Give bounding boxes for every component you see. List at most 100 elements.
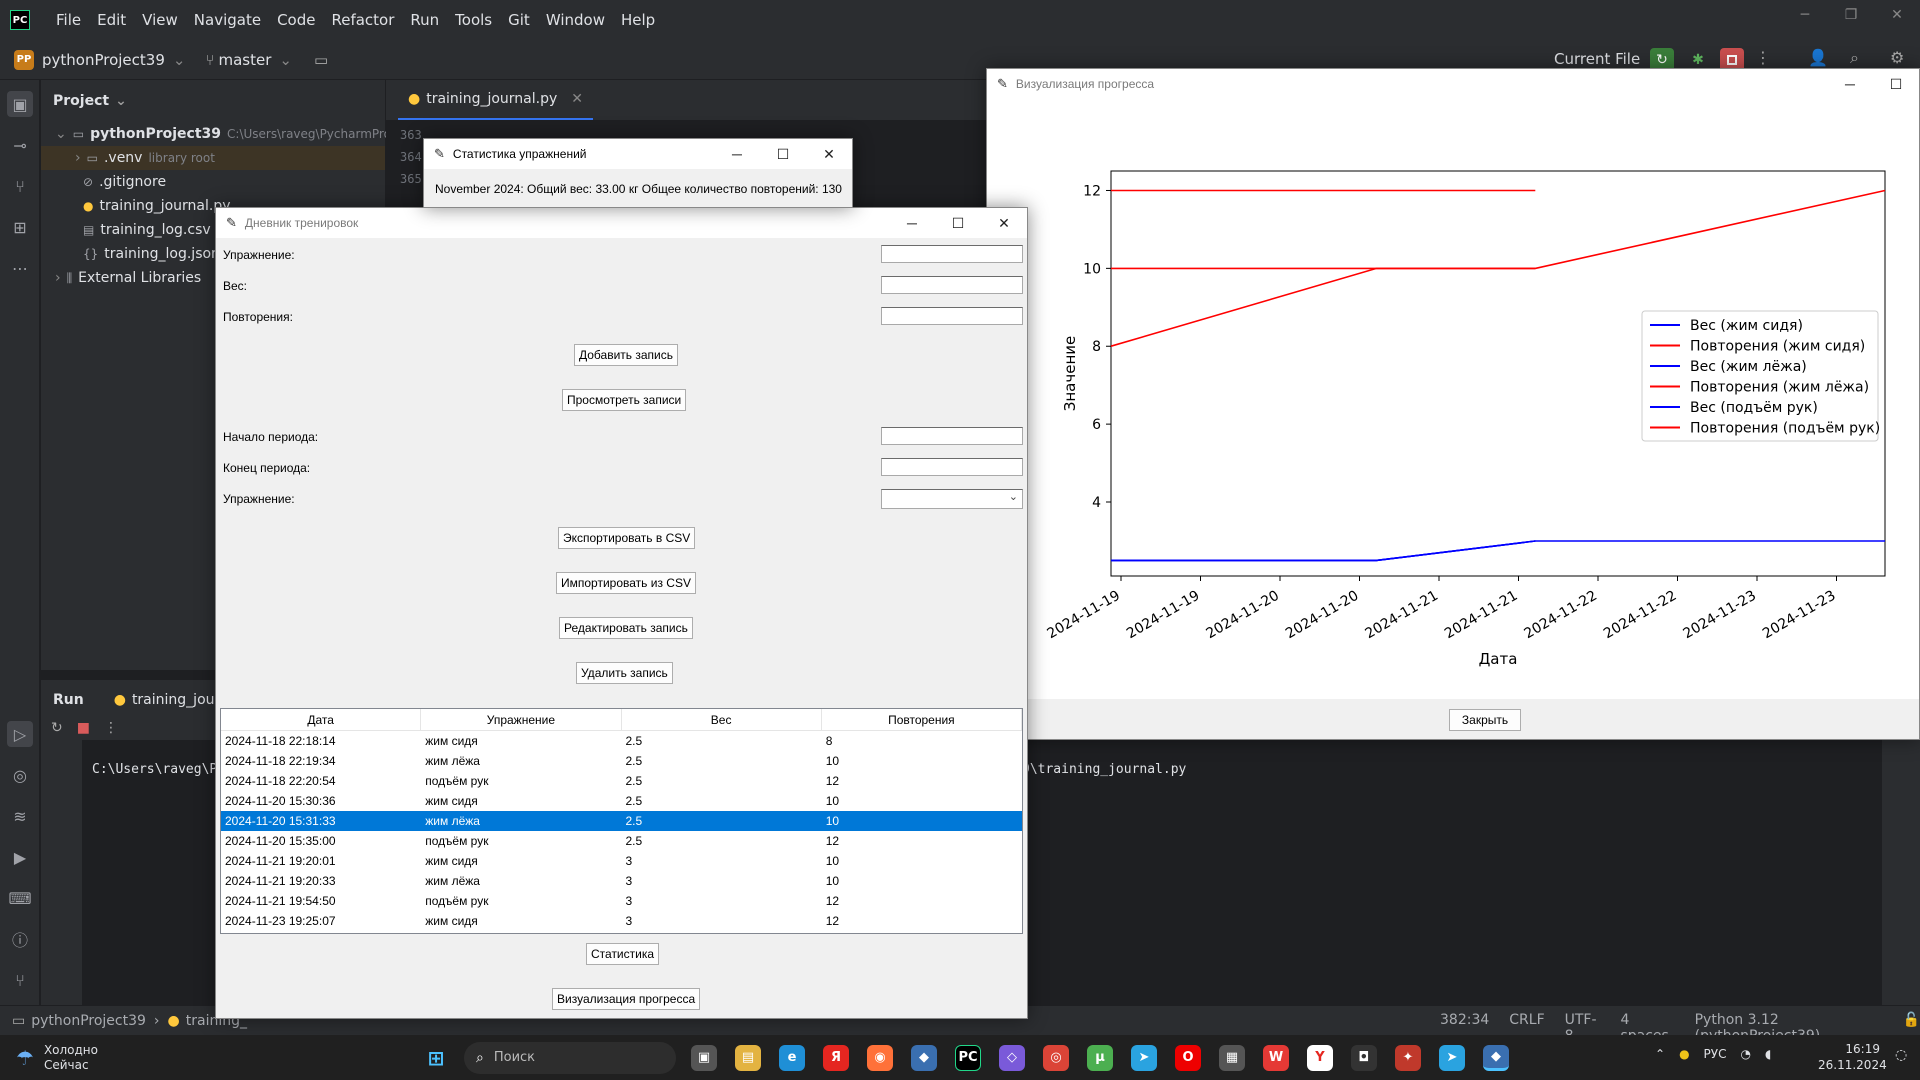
period-start-input[interactable] (881, 427, 1023, 445)
search-icon[interactable]: ⌕ (1850, 48, 1859, 68)
menu-item-help[interactable]: Help (615, 7, 661, 33)
services-icon[interactable]: ▶ (7, 844, 33, 870)
menu-item-file[interactable]: File (50, 7, 87, 33)
edge-icon[interactable]: e (779, 1044, 805, 1071)
table-row[interactable]: 2024-11-18 22:19:34 жим лёжа 2.5 10 (221, 751, 1022, 771)
table-row[interactable]: 2024-11-20 15:31:33 жим лёжа 2.5 10 (221, 811, 1022, 831)
stop-icon[interactable]: ■ (77, 720, 90, 736)
table-body[interactable]: 2024-11-18 22:18:14 жим сидя 2.5 8 2024-11-1… (221, 731, 1022, 931)
run-tool-icon[interactable]: ▷ (7, 721, 33, 747)
more-icon[interactable]: ⋮ (104, 720, 118, 736)
column-header[interactable]: Вес (622, 709, 822, 730)
exercise-filter-select[interactable]: ⌄ (881, 489, 1023, 509)
import-csv-button[interactable]: Импортировать из CSV (556, 572, 696, 594)
layers-icon[interactable]: ≋ (7, 803, 33, 829)
period-end-input[interactable] (881, 458, 1023, 476)
structure-icon[interactable]: ⊞ (7, 214, 33, 240)
minimize-icon[interactable]: ─ (1827, 69, 1873, 99)
menu-item-tools[interactable]: Tools (449, 7, 498, 33)
table-row[interactable]: 2024-11-20 15:35:00 подъём рук 2.5 12 (221, 831, 1022, 851)
minimize-icon[interactable]: ─ (889, 208, 935, 238)
table-row[interactable]: 2024-11-18 22:18:14 жим сидя 2.5 8 (221, 731, 1022, 751)
branch-switcher[interactable]: master (218, 51, 271, 69)
maximize-icon[interactable]: ❐ (1828, 0, 1874, 30)
chevron-icon[interactable]: › (55, 270, 61, 286)
clock[interactable]: 16:19 26.11.2024 (1818, 1041, 1887, 1073)
telegram-icon[interactable]: ➤ (1131, 1044, 1157, 1071)
telegram-icon[interactable]: ➤ (1439, 1044, 1465, 1071)
project-folder-icon[interactable]: ▣ (7, 91, 33, 117)
close-icon[interactable]: ✕ (1874, 0, 1920, 30)
wifi-icon[interactable]: ◔ (1740, 1047, 1750, 1061)
table-row[interactable]: 2024-11-20 15:30:36 жим сидя 2.5 10 (221, 791, 1022, 811)
column-header[interactable]: Упражнение (421, 709, 622, 730)
wps-icon[interactable]: W (1263, 1044, 1289, 1071)
minimize-icon[interactable]: ─ (714, 139, 760, 169)
exercise-input[interactable] (881, 245, 1023, 263)
yandex-icon[interactable]: Я (823, 1044, 849, 1071)
run-config-selector[interactable]: Current File (1554, 50, 1640, 68)
app-icon[interactable]: ◇ (999, 1044, 1025, 1071)
menu-item-window[interactable]: Window (540, 7, 611, 33)
file-explorer-icon[interactable]: ▤ (735, 1044, 761, 1071)
minimize-icon[interactable]: ─ (1782, 0, 1828, 30)
notifications-icon[interactable]: ◌ (1895, 1047, 1907, 1063)
edit-entry-button[interactable]: Редактировать запись (559, 617, 693, 639)
entries-table[interactable]: Дата Упражнение Вес Повторения 2024-11-18 2… (220, 708, 1023, 934)
add-entry-button[interactable]: Добавить запись (574, 344, 678, 366)
firefox-icon[interactable]: ◉ (867, 1044, 893, 1071)
add-user-icon[interactable]: 👤 (1808, 48, 1828, 67)
windows-start-icon[interactable]: ⊞ (423, 1045, 449, 1071)
tray-app-icon[interactable]: ● (1679, 1047, 1689, 1061)
opera-icon[interactable]: O (1175, 1044, 1201, 1071)
gear-icon[interactable]: ⚙ (1890, 48, 1904, 67)
maximize-icon[interactable]: ☐ (760, 139, 806, 169)
table-row[interactable]: 2024-11-21 19:20:01 жим сидя 3 10 (221, 851, 1022, 871)
pull-request-icon[interactable]: ⑂ (7, 173, 33, 199)
tree-item[interactable]: ⊘ .gitignore (41, 170, 385, 194)
app-icon[interactable]: ✦ (1395, 1044, 1421, 1071)
reps-input[interactable] (881, 307, 1023, 325)
maximize-icon[interactable]: ☐ (1873, 69, 1919, 99)
chevron-icon[interactable]: › (75, 150, 81, 166)
tree-item[interactable]: › ▭ .venv library root (41, 146, 385, 170)
statistics-button[interactable]: Статистика (586, 943, 660, 965)
menu-item-code[interactable]: Code (271, 7, 321, 33)
menu-item-navigate[interactable]: Navigate (188, 7, 267, 33)
tab-training-journal[interactable]: training_journal.py (426, 91, 557, 107)
close-icon[interactable]: ✕ (981, 208, 1027, 238)
volume-icon[interactable]: ◖ (1765, 1047, 1771, 1061)
calculator-icon[interactable]: ▦ (1219, 1044, 1245, 1071)
pycharm-icon[interactable]: PC (955, 1044, 981, 1071)
language-indicator[interactable]: РУС (1704, 1047, 1727, 1061)
close-icon[interactable]: ✕ (806, 139, 852, 169)
maximize-icon[interactable]: ☐ (935, 208, 981, 238)
view-entries-button[interactable]: Просмотреть записи (562, 389, 687, 411)
yandex-browser-icon[interactable]: Y (1307, 1044, 1333, 1071)
commit-icon[interactable]: ⊸ (7, 132, 33, 158)
menu-item-refactor[interactable]: Refactor (325, 7, 400, 33)
python-idle-icon[interactable]: ◆ (911, 1044, 937, 1071)
close-button[interactable]: Закрыть (1449, 709, 1521, 731)
chevron-up-icon[interactable]: ⌃ (1655, 1047, 1665, 1061)
column-header[interactable]: Дата (221, 709, 422, 730)
column-header[interactable]: Повторения (822, 709, 1022, 730)
utorrent-icon[interactable]: µ (1087, 1044, 1113, 1071)
menu-item-run[interactable]: Run (404, 7, 445, 33)
close-tab-icon[interactable]: ✕ (571, 91, 583, 107)
table-row[interactable]: 2024-11-21 19:54:50 подъём рук 3 12 (221, 891, 1022, 911)
visualize-progress-button[interactable]: Визуализация прогресса (552, 988, 701, 1010)
delete-entry-button[interactable]: Удалить запись (576, 662, 673, 684)
terminal-icon[interactable]: ⌨ (7, 885, 33, 911)
git-icon[interactable]: ⑂ (7, 967, 33, 993)
rerun-icon[interactable]: ↻ (51, 720, 63, 736)
taskbar-search[interactable]: ⌕ Поиск (464, 1041, 676, 1074)
more-icon[interactable]: ⋮ (1755, 48, 1771, 67)
folder-icon[interactable]: ▭ (314, 51, 328, 69)
project-switcher[interactable]: pythonProject39 (42, 51, 165, 69)
table-row[interactable]: 2024-11-18 22:20:54 подъём рук 2.5 12 (221, 771, 1022, 791)
python-tk-icon[interactable]: ◆ (1483, 1044, 1509, 1071)
menu-item-edit[interactable]: Edit (91, 7, 132, 33)
tree-item[interactable]: ⌄ ▭ pythonProject39 C:\Users\raveg\PycharmP… (41, 122, 402, 146)
menu-item-view[interactable]: View (136, 7, 184, 33)
